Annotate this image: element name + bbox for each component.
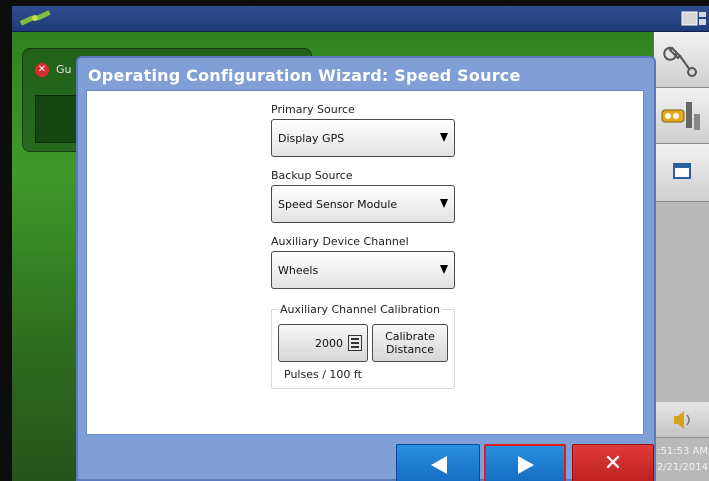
satellite-icon	[19, 10, 51, 26]
cancel-button[interactable]: ✕	[572, 444, 654, 481]
back-arrow-icon	[431, 456, 447, 474]
clock-time: :51:53 AM	[657, 446, 708, 457]
primary-source-dropdown[interactable]: Display GPS	[271, 119, 455, 157]
close-icon[interactable]: ✕	[35, 63, 49, 77]
backup-source-value: Speed Sensor Module	[278, 198, 398, 211]
close-icon: ✕	[603, 451, 623, 476]
next-button[interactable]	[484, 444, 566, 481]
chevron-down-icon	[440, 265, 448, 274]
primary-source-label: Primary Source	[271, 103, 355, 116]
clock-date: 2/21/2014	[656, 462, 708, 473]
calibration-group-label: Auxiliary Channel Calibration	[278, 303, 442, 316]
aux-channel-value: Wheels	[278, 264, 319, 277]
aux-channel-dropdown[interactable]: Wheels	[271, 251, 455, 289]
pulses-value: 2000	[315, 337, 343, 350]
dialog-title: Operating Configuration Wizard: Speed So…	[88, 66, 521, 85]
speed-source-wizard-dialog: Operating Configuration Wizard: Speed So…	[76, 56, 656, 481]
wrench-icon	[663, 46, 697, 77]
top-status-bar	[12, 6, 709, 32]
calibrate-distance-button[interactable]: Calibrate Distance	[372, 324, 448, 362]
window-button[interactable]	[654, 144, 709, 202]
volume-button[interactable]	[654, 402, 709, 438]
pulses-input[interactable]: 2000	[278, 324, 368, 362]
calibration-group: Auxiliary Channel Calibration 2000 Calib…	[271, 303, 455, 389]
tools-icon	[661, 102, 700, 130]
right-toolbar: :51:53 AM 2/21/2014	[653, 32, 709, 481]
view-toggle-icon[interactable]	[681, 9, 707, 29]
back-button[interactable]	[396, 444, 480, 481]
next-arrow-icon	[518, 456, 534, 474]
backup-source-dropdown[interactable]: Speed Sensor Module	[271, 185, 455, 223]
chevron-down-icon	[440, 133, 448, 142]
window-icon	[673, 163, 691, 179]
implement-tools-button[interactable]	[654, 88, 709, 144]
dialog-body: Primary Source Display GPS Backup Source…	[86, 90, 644, 435]
volume-icon	[674, 411, 690, 429]
keypad-icon	[348, 335, 362, 351]
aux-channel-label: Auxiliary Device Channel	[271, 235, 409, 248]
display-screen: ✕ Gu:51:53 AM 2/21/2014 Operating Confi…	[12, 6, 709, 481]
pulses-unit-label: Pulses / 100 ft	[284, 368, 362, 381]
chevron-down-icon	[440, 199, 448, 208]
backup-source-label: Backup Source	[271, 169, 353, 182]
primary-source-value: Display GPS	[278, 132, 345, 145]
settings-button[interactable]	[654, 32, 709, 88]
background-card-title: Gu	[56, 63, 72, 76]
